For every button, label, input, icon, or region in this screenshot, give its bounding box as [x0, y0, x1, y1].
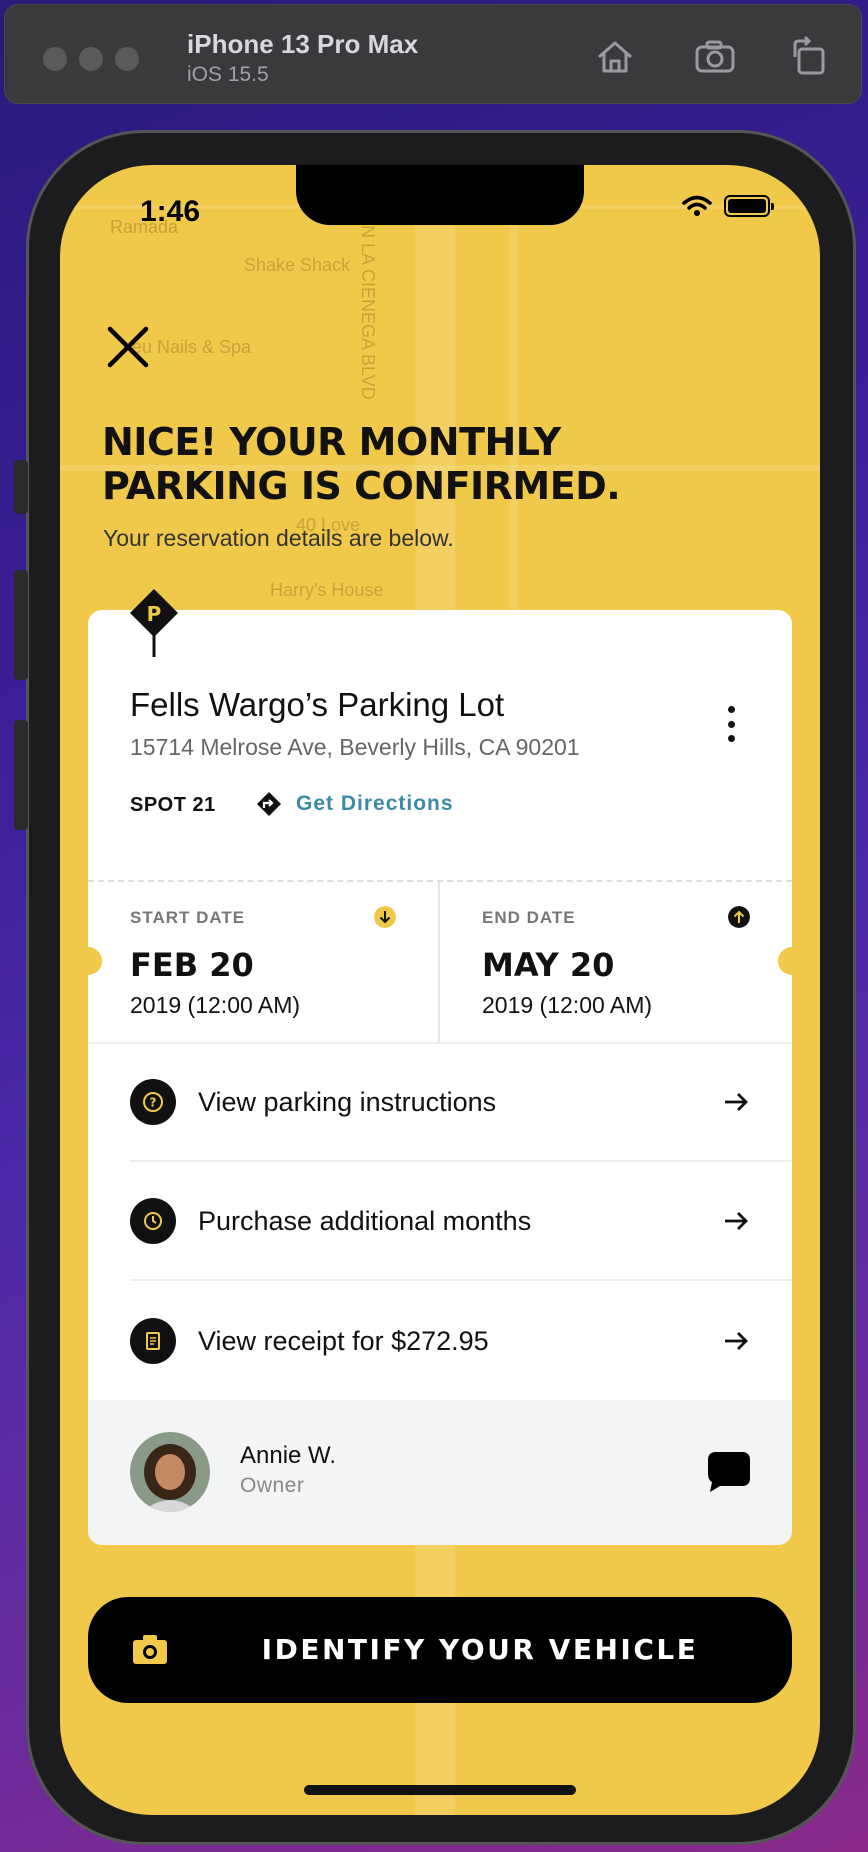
- close-icon[interactable]: [104, 323, 152, 371]
- arrow-right-icon: [725, 1093, 748, 1111]
- end-date-detail: 2019 (12:00 AM): [482, 992, 653, 1018]
- battery-icon: [724, 195, 774, 217]
- identify-vehicle-label: IDENTIFY YOUR VEHICLE: [261, 1633, 699, 1666]
- spot-number: SPOT 21: [130, 794, 216, 816]
- arrow-up-circle-icon: [728, 906, 750, 928]
- receipt-icon: [130, 1318, 176, 1364]
- window-close-dot[interactable]: [43, 47, 67, 71]
- status-time: 1:46: [140, 195, 201, 228]
- owner-section: Annie W. Owner: [88, 1400, 792, 1545]
- end-date-section: END DATE MAY 20 2019 (12:00 AM): [440, 882, 792, 1042]
- map-label: Shake Shack: [244, 255, 351, 275]
- owner-role: Owner: [240, 1474, 305, 1497]
- ticket-notch-left: [74, 947, 102, 975]
- mute-switch: [14, 460, 28, 514]
- headline-line-2: PARKING IS CONFIRMED.: [102, 464, 621, 508]
- start-date-value: FEB 20: [130, 946, 254, 984]
- ticket-notch-right: [778, 947, 806, 975]
- purchase-months-label: Purchase additional months: [198, 1205, 532, 1236]
- directions-icon: [257, 792, 281, 816]
- lot-address: 15714 Melrose Ave, Beverly Hills, CA 902…: [130, 734, 580, 760]
- notch: [296, 165, 584, 225]
- map-label: N LA CIENEGA BLVD: [358, 225, 378, 400]
- get-directions-button[interactable]: Get Directions: [256, 791, 454, 817]
- more-options-icon[interactable]: [728, 706, 740, 742]
- purchase-months-row[interactable]: Purchase additional months: [130, 1163, 792, 1281]
- view-receipt-row[interactable]: View receipt for $272.95: [130, 1282, 792, 1400]
- volume-down-button: [14, 720, 28, 830]
- arrow-right-icon: [725, 1212, 748, 1230]
- date-range: START DATE FEB 20 2019 (12:00 AM) END DA…: [88, 882, 792, 1044]
- headline-line-1: NICE! YOUR MONTHLY: [102, 420, 561, 464]
- arrow-right-icon: [725, 1332, 748, 1350]
- lot-name: Fells Wargo’s Parking Lot: [130, 686, 505, 723]
- rotate-icon[interactable]: [787, 35, 831, 79]
- svg-text:?: ?: [150, 1096, 157, 1110]
- end-date-value: MAY 20: [482, 946, 615, 984]
- status-icons: [682, 195, 774, 217]
- home-indicator[interactable]: [304, 1785, 576, 1795]
- get-directions-label: Get Directions: [296, 792, 454, 815]
- arrow-down-circle-icon: [374, 906, 396, 928]
- confirmation-subline: Your reservation details are below.: [103, 525, 454, 551]
- screenshot-icon[interactable]: [693, 35, 737, 79]
- pin-letter: P: [147, 602, 162, 626]
- start-date-section: START DATE FEB 20 2019 (12:00 AM): [88, 882, 440, 1042]
- simulator-toolbar: iPhone 13 Pro Max iOS 15.5: [4, 4, 862, 104]
- view-instructions-label: View parking instructions: [198, 1086, 497, 1117]
- simulator-os-version: iOS 15.5: [187, 63, 269, 86]
- wifi-icon: [682, 195, 712, 216]
- simulator-device-name: iPhone 13 Pro Max: [187, 29, 419, 59]
- window-minimize-dot[interactable]: [79, 47, 103, 71]
- owner-avatar[interactable]: [130, 1432, 210, 1512]
- end-date-label: END DATE: [482, 908, 576, 927]
- home-icon[interactable]: [593, 35, 637, 79]
- map-label: Harry's House: [270, 580, 384, 600]
- view-receipt-label: View receipt for $272.95: [198, 1325, 489, 1356]
- start-date-label: START DATE: [130, 908, 246, 927]
- clock-icon: [130, 1198, 176, 1244]
- start-date-detail: 2019 (12:00 AM): [130, 992, 301, 1018]
- parking-pin-icon: P: [130, 589, 178, 657]
- confirmation-headline: NICE! YOUR MONTHLY PARKING IS CONFIRMED.: [102, 420, 722, 508]
- question-icon: ?: [130, 1079, 176, 1125]
- identify-vehicle-button[interactable]: IDENTIFY YOUR VEHICLE: [88, 1597, 792, 1703]
- chat-bubble-icon[interactable]: [706, 1450, 752, 1494]
- volume-up-button: [14, 570, 28, 680]
- owner-name: Annie W.: [240, 1442, 337, 1469]
- reservation-card: Fells Wargo’s Parking Lot 15714 Melrose …: [88, 610, 792, 1545]
- phone-screen: Ramada Shake Shack N LA CIENEGA BLVD eu …: [60, 165, 820, 1815]
- window-zoom-dot[interactable]: [115, 47, 139, 71]
- view-instructions-row[interactable]: ? View parking instructions: [130, 1044, 792, 1162]
